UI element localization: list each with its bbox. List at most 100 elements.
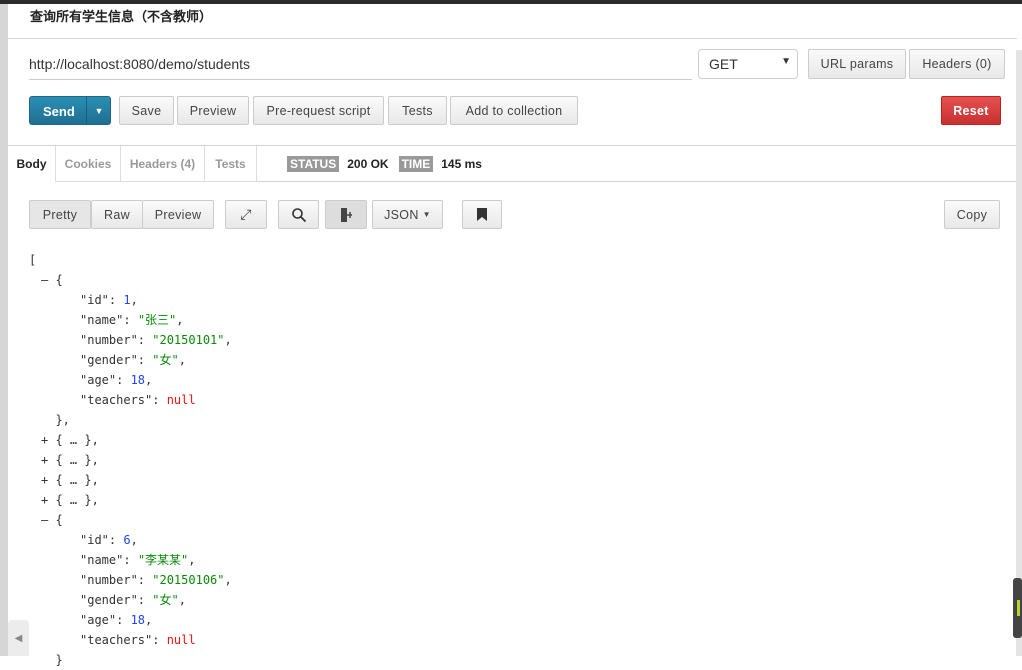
- json-value: "20150106": [152, 573, 225, 587]
- json-bracket: + { … },: [41, 473, 99, 487]
- bookmark-icon: [477, 208, 487, 221]
- status-label: STATUS: [287, 156, 340, 172]
- json-value: "女": [152, 593, 179, 607]
- preview-button[interactable]: Preview: [177, 96, 249, 125]
- json-value: null: [166, 393, 196, 407]
- search-icon: [291, 207, 306, 222]
- json-key: "teachers": [80, 393, 153, 407]
- json-line: },: [29, 410, 232, 430]
- time-label: TIME: [398, 156, 434, 172]
- window-top-bar: [0, 0, 1022, 4]
- json-line: "age": 18,: [80, 373, 153, 387]
- headers-button[interactable]: Headers (0): [909, 49, 1005, 79]
- divider: [257, 181, 1017, 182]
- json-line: [: [29, 250, 232, 270]
- json-key: "name": [80, 553, 124, 567]
- send-dropdown-icon[interactable]: ▼: [86, 97, 111, 124]
- tests-button[interactable]: Tests: [388, 96, 447, 125]
- json-line[interactable]: + { … },: [29, 490, 232, 510]
- preview-mode-button[interactable]: Preview: [142, 200, 214, 229]
- method-value: GET: [709, 56, 738, 72]
- scrollbar-thumb[interactable]: [1013, 578, 1022, 638]
- json-line: "teachers": null: [80, 393, 196, 407]
- send-button[interactable]: Send ▼: [29, 96, 111, 125]
- response-meta: STATUS 200 OK TIME 145 ms: [287, 156, 482, 172]
- json-bracket: }: [41, 653, 63, 667]
- json-key: "id": [80, 293, 109, 307]
- json-value: 18: [130, 613, 146, 627]
- json-line: }: [29, 650, 232, 670]
- json-key: "number": [80, 573, 138, 587]
- dropdown-arrow-icon: ▼: [781, 56, 791, 67]
- wrap-icon: [341, 207, 352, 222]
- json-line: "name": "张三",: [80, 313, 184, 327]
- reset-button[interactable]: Reset: [941, 96, 1001, 125]
- json-key: "gender": [80, 353, 138, 367]
- tab-tests[interactable]: Tests: [205, 146, 257, 182]
- format-value: JSON: [384, 207, 419, 222]
- json-line: "gender": "女",: [80, 593, 186, 607]
- pretty-button[interactable]: Pretty: [29, 200, 91, 229]
- search-button[interactable]: [278, 200, 319, 229]
- tab-body[interactable]: Body: [8, 146, 56, 182]
- json-line: "name": "李某某",: [80, 553, 196, 567]
- status-value: 200 OK: [347, 157, 389, 171]
- arrow-left-icon: ◀: [14, 632, 23, 644]
- wrap-button[interactable]: [325, 200, 367, 229]
- copy-button[interactable]: Copy: [944, 200, 1000, 229]
- response-body: [ — { "id": 1, "name": "张三", "number": "2015…: [29, 250, 232, 670]
- json-value: "20150101": [152, 333, 225, 347]
- pre-request-script-button[interactable]: Pre-request script: [253, 96, 384, 125]
- save-button[interactable]: Save: [119, 96, 174, 125]
- json-value: "李某某": [137, 553, 189, 567]
- raw-button[interactable]: Raw: [91, 200, 143, 229]
- json-line[interactable]: + { … },: [29, 450, 232, 470]
- expand-button[interactable]: ⤢: [225, 200, 267, 229]
- json-key: "gender": [80, 593, 138, 607]
- json-value: 18: [130, 373, 146, 387]
- json-bracket: + { … },: [41, 433, 99, 447]
- json-line[interactable]: + { … },: [29, 470, 232, 490]
- json-bracket: + { … },: [41, 493, 99, 507]
- json-key: "age": [80, 613, 117, 627]
- json-line[interactable]: — {: [29, 510, 232, 530]
- json-line: "age": 18,: [80, 613, 153, 627]
- vertical-scrollbar[interactable]: [1016, 50, 1022, 656]
- json-line: "id": 1,: [80, 293, 138, 307]
- json-bracket: [: [29, 253, 37, 267]
- divider: [8, 38, 1017, 39]
- bookmark-button[interactable]: [462, 200, 502, 229]
- send-label: Send: [43, 104, 75, 119]
- caret-down-icon: ▼: [422, 210, 431, 219]
- json-key: "id": [80, 533, 109, 547]
- json-key: "age": [80, 373, 117, 387]
- json-bracket: — {: [41, 273, 63, 287]
- collapse-sidebar-button[interactable]: ◀: [8, 620, 29, 656]
- json-value: 1: [123, 293, 131, 307]
- json-key: "number": [80, 333, 138, 347]
- add-to-collection-button[interactable]: Add to collection: [450, 96, 578, 125]
- json-value: "女": [152, 353, 179, 367]
- json-key: "teachers": [80, 633, 153, 647]
- json-line: "id": 6,: [80, 533, 138, 547]
- json-bracket: + { … },: [41, 453, 99, 467]
- format-dropdown[interactable]: JSON ▼: [372, 200, 443, 229]
- json-value: "张三": [137, 313, 177, 327]
- url-params-button[interactable]: URL params: [808, 49, 906, 79]
- url-input[interactable]: http://localhost:8080/demo/students: [29, 52, 692, 80]
- json-bracket: — {: [41, 513, 63, 527]
- json-line: "number": "20150106",: [80, 573, 232, 587]
- json-value: 6: [123, 533, 131, 547]
- json-line: "gender": "女",: [80, 353, 186, 367]
- request-title: 查询所有学生信息（不含教师）: [30, 9, 213, 24]
- json-line[interactable]: + { … },: [29, 430, 232, 450]
- tab-headers[interactable]: Headers (4): [121, 146, 205, 182]
- json-line: "teachers": null: [80, 633, 196, 647]
- json-line: "number": "20150101",: [80, 333, 232, 347]
- json-line[interactable]: — {: [29, 270, 232, 290]
- json-bracket: },: [41, 413, 70, 427]
- expand-icon: ⤢: [240, 206, 252, 222]
- tab-cookies[interactable]: Cookies: [56, 146, 121, 182]
- method-select[interactable]: GET ▼: [698, 49, 798, 79]
- time-value: 145 ms: [441, 157, 482, 171]
